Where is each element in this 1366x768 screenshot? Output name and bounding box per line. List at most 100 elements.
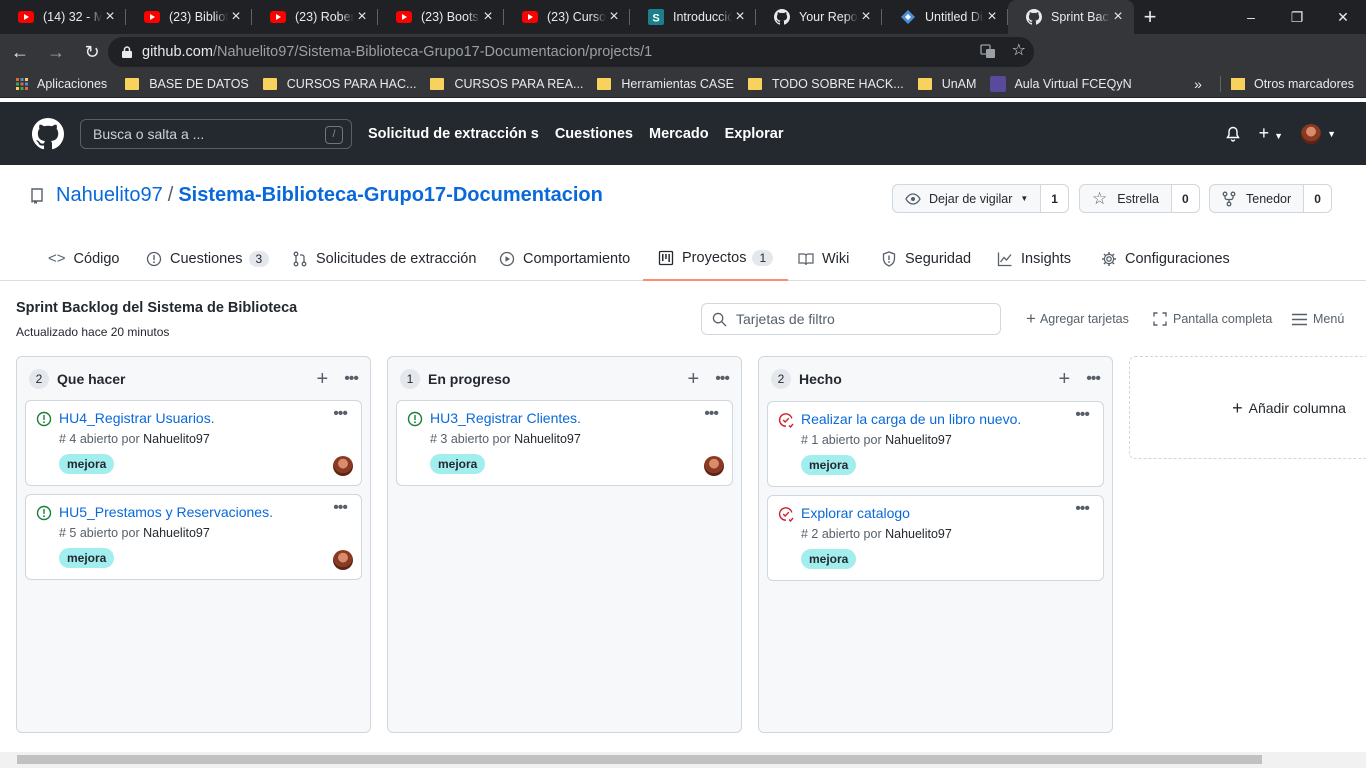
repo-name-link[interactable]: Sistema-Biblioteca-Grupo17-Documentacion [178, 184, 603, 207]
browser-tab-active[interactable]: Sprint Backl × [1008, 0, 1134, 34]
github-logo-icon[interactable] [32, 118, 64, 150]
avatar[interactable] [333, 550, 353, 570]
bookmark-folder[interactable]: TODO SOBRE HACK... [747, 77, 904, 91]
nav-pull-requests[interactable]: Solicitud de extracción s [368, 126, 539, 142]
close-icon[interactable]: × [480, 9, 496, 25]
close-icon[interactable]: × [858, 9, 874, 25]
star-bookmark-icon[interactable]: ☆ [1012, 43, 1026, 59]
watch-count[interactable]: 1 [1041, 184, 1069, 213]
browser-tab[interactable]: (14) 32 - Me × [0, 0, 126, 34]
close-icon[interactable]: × [1110, 9, 1126, 25]
back-icon[interactable]: ← [4, 36, 36, 68]
project-card[interactable]: HU5_Prestamos y Reservaciones. # 5 abier… [25, 494, 362, 580]
card-title-link[interactable]: HU4_Registrar Usuarios. [59, 410, 215, 426]
fork-count[interactable]: 0 [1304, 184, 1332, 213]
browser-tab[interactable]: (23) Robert × [252, 0, 378, 34]
translate-icon[interactable] [980, 43, 996, 59]
bookmarks-overflow-icon[interactable]: » [1194, 76, 1202, 92]
close-icon[interactable]: × [732, 9, 748, 25]
browser-tab[interactable]: (23) Bibliote × [126, 0, 252, 34]
card-label[interactable]: mejora [430, 454, 486, 474]
nav-issues[interactable]: Cuestiones [555, 126, 633, 142]
add-card-icon[interactable]: + [317, 369, 329, 389]
create-new-icon[interactable]: + ▼ [1259, 124, 1283, 144]
nav-marketplace[interactable]: Mercado [649, 126, 709, 142]
star-button[interactable]: ☆ Estrella [1079, 184, 1172, 213]
browser-tab[interactable]: S Introducció × [630, 0, 756, 34]
add-card-icon[interactable]: + [688, 369, 700, 389]
avatar[interactable] [704, 456, 724, 476]
star-count[interactable]: 0 [1171, 184, 1200, 213]
bookmark-link[interactable]: Aula Virtual FCEQyN [990, 75, 1132, 92]
column-menu-icon[interactable]: ••• [344, 370, 359, 388]
nav-explore[interactable]: Explorar [725, 126, 784, 142]
bookmark-folder[interactable]: CURSOS PARA REA... [430, 77, 583, 91]
card-author-link[interactable]: Nahuelito97 [514, 432, 581, 446]
project-card[interactable]: Explorar catalogo # 2 abierto por Nahuel… [767, 495, 1104, 581]
card-title-link[interactable]: HU3_Registrar Clientes. [430, 410, 581, 426]
card-title-link[interactable]: Realizar la carga de un libro nuevo. [801, 411, 1021, 427]
column-menu-icon[interactable]: ••• [715, 370, 730, 388]
project-card[interactable]: HU4_Registrar Usuarios. # 4 abierto por … [25, 400, 362, 486]
add-cards-button[interactable]: + Agregar tarjetas [1026, 310, 1129, 327]
close-window-icon[interactable]: ✕ [1320, 0, 1366, 34]
add-card-icon[interactable]: + [1059, 369, 1071, 389]
bookmark-folder[interactable]: Herramientas CASE [597, 77, 734, 91]
tab-issues[interactable]: Cuestiones 3 [146, 236, 270, 281]
card-author-link[interactable]: Nahuelito97 [143, 526, 210, 540]
card-menu-icon[interactable]: ••• [1075, 500, 1090, 518]
menu-button[interactable]: Menú [1292, 312, 1344, 326]
card-author-link[interactable]: Nahuelito97 [143, 432, 210, 446]
bookmark-folder[interactable]: CURSOS PARA HAC... [262, 77, 416, 91]
card-menu-icon[interactable]: ••• [1075, 406, 1090, 424]
minimize-icon[interactable]: – [1228, 0, 1274, 34]
horizontal-scrollbar[interactable] [0, 752, 1366, 768]
close-icon[interactable]: × [228, 9, 244, 25]
card-label[interactable]: mejora [801, 549, 857, 569]
maximize-icon[interactable]: ❐ [1274, 0, 1320, 34]
close-icon[interactable]: × [102, 9, 118, 25]
card-label[interactable]: mejora [59, 454, 115, 474]
tab-insights[interactable]: Insights [997, 236, 1071, 281]
card-menu-icon[interactable]: ••• [333, 499, 348, 517]
fullscreen-button[interactable]: Pantalla completa [1153, 312, 1272, 326]
project-card[interactable]: HU3_Registrar Clientes. # 3 abierto por … [396, 400, 733, 486]
bell-icon[interactable] [1225, 126, 1241, 142]
other-bookmarks[interactable]: Otros marcadores [1254, 77, 1354, 91]
filter-cards-input[interactable]: Tarjetas de filtro [701, 303, 1001, 335]
card-label[interactable]: mejora [801, 455, 857, 475]
tab-projects[interactable]: Proyectos 1 [643, 236, 789, 281]
browser-tab[interactable]: Your Reposi × [756, 0, 882, 34]
card-label[interactable]: mejora [59, 548, 115, 568]
card-menu-icon[interactable]: ••• [333, 405, 348, 423]
github-search-input[interactable]: Busca o salta a ... / [80, 119, 352, 149]
card-title-link[interactable]: Explorar catalogo [801, 505, 910, 521]
card-title-link[interactable]: HU5_Prestamos y Reservaciones. [59, 504, 273, 520]
project-card[interactable]: Realizar la carga de un libro nuevo. # 1… [767, 401, 1104, 487]
tab-settings[interactable]: Configuraciones [1101, 236, 1230, 281]
column-menu-icon[interactable]: ••• [1086, 370, 1101, 388]
card-menu-icon[interactable]: ••• [704, 405, 719, 423]
bookmark-apps[interactable]: Aplicaciones [16, 77, 107, 91]
forward-icon[interactable]: → [40, 36, 72, 68]
browser-tab[interactable]: (23) Bootstr × [378, 0, 504, 34]
scrollbar-thumb[interactable] [17, 755, 1262, 764]
card-author-link[interactable]: Nahuelito97 [885, 527, 952, 541]
avatar[interactable] [333, 456, 353, 476]
bookmark-folder[interactable]: BASE DE DATOS [125, 77, 249, 91]
repo-owner-link[interactable]: Nahuelito97 [56, 184, 163, 207]
add-column-button[interactable]: + Añadir columna [1129, 356, 1366, 459]
tab-security[interactable]: Seguridad [881, 236, 971, 281]
close-icon[interactable]: × [984, 9, 1000, 25]
tab-actions[interactable]: Comportamiento [499, 236, 630, 281]
user-menu[interactable]: ▼ [1301, 124, 1336, 144]
new-tab-button[interactable]: + [1134, 0, 1166, 34]
tab-code[interactable]: <> Código [48, 236, 119, 281]
fork-button[interactable]: Tenedor [1209, 184, 1305, 213]
address-bar[interactable]: github.com/Nahuelito97/Sistema-Bibliotec… [108, 37, 1034, 67]
close-icon[interactable]: × [354, 9, 370, 25]
tab-pull-requests[interactable]: Solicitudes de extracción [292, 236, 476, 281]
close-icon[interactable]: × [606, 9, 622, 25]
browser-tab[interactable]: Untitled Dia × [882, 0, 1008, 34]
browser-tab[interactable]: (23) Curso L × [504, 0, 630, 34]
